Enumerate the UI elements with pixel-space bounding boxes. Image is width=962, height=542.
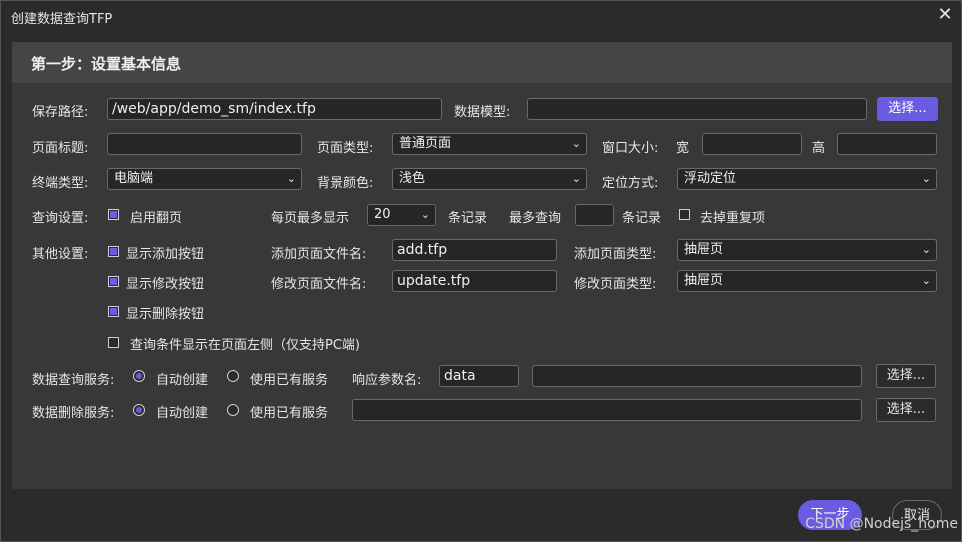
query-use-existing-radio[interactable] [227,370,239,382]
edit-type-label: 修改页面类型: [574,277,657,292]
edit-type-value: 抽屉页 [684,273,724,288]
query-auto-create-label: 自动创建 [156,373,209,388]
save-path-input[interactable]: /web/app/demo_sm/index.tfp [107,98,442,120]
show-edit-label: 显示修改按钮 [126,277,205,292]
chevron-down-icon: ⌄ [571,137,581,150]
position-mode-value: 浮动定位 [684,171,737,186]
page-type-select[interactable]: 普通页面 ⌄ [392,133,587,155]
per-page-value: 20 [374,207,391,222]
width-input[interactable] [702,133,802,155]
records-label-2: 条记录 [622,211,662,226]
chevron-down-icon: ⌄ [571,172,581,185]
per-page-label: 每页最多显示 [271,211,350,226]
query-use-existing-label: 使用已有服务 [250,373,329,388]
per-page-select[interactable]: 20 ⌄ [367,204,436,226]
add-file-input[interactable]: add.tfp [392,239,557,261]
query-auto-create-radio[interactable] [133,370,145,382]
title-bar: 创建数据查询TFP ✕ [1,1,961,31]
delete-auto-create-label: 自动创建 [156,406,209,421]
response-param-label: 响应参数名: [352,373,422,388]
max-query-label: 最多查询 [509,211,562,226]
step-title: 第一步：设置基本信息 [31,55,182,73]
width-label: 宽 [676,141,690,156]
delete-auto-create-radio[interactable] [133,404,145,416]
window-title: 创建数据查询TFP [11,12,113,27]
page-title-label: 页面标题: [32,141,89,156]
query-left-label: 查询条件显示在页面左侧（仅支持PC端) [130,338,360,353]
delete-use-existing-radio[interactable] [227,404,239,416]
terminal-type-value: 电脑端 [114,171,154,186]
chevron-down-icon: ⌄ [921,243,931,256]
chevron-down-icon: ⌄ [286,172,296,185]
form-panel: 第一步：设置基本信息 保存路径: /web/app/demo_sm/index.… [12,42,952,489]
add-type-label: 添加页面类型: [574,247,657,262]
close-icon[interactable]: ✕ [935,5,955,25]
add-type-select[interactable]: 抽屉页 ⌄ [677,239,937,261]
dedupe-checkbox[interactable] [679,209,690,220]
enable-paging-checkbox[interactable] [108,209,119,220]
delete-service-label: 数据删除服务: [32,406,115,421]
page-type-label: 页面类型: [317,141,374,156]
panel-header: 第一步：设置基本信息 [12,42,952,83]
window-size-label: 窗口大小: [602,141,659,156]
show-add-checkbox[interactable] [108,246,119,257]
height-label: 高 [812,141,826,156]
page-type-value: 普通页面 [399,136,452,151]
bg-color-value: 浅色 [399,171,426,186]
query-settings-label: 查询设置: [32,211,89,226]
bg-color-label: 背景颜色: [317,176,374,191]
data-model-label: 数据模型: [454,105,511,120]
delete-use-existing-label: 使用已有服务 [250,406,329,421]
enable-paging-label: 启用翻页 [130,211,183,226]
terminal-type-select[interactable]: 电脑端 ⌄ [107,168,302,190]
edit-type-select[interactable]: 抽屉页 ⌄ [677,270,937,292]
save-path-label: 保存路径: [32,105,89,120]
records-label: 条记录 [448,211,488,226]
edit-file-label: 修改页面文件名: [271,277,367,292]
position-mode-select[interactable]: 浮动定位 ⌄ [677,168,937,190]
show-edit-checkbox[interactable] [108,276,119,287]
query-service-label: 数据查询服务: [32,373,115,388]
response-param-input[interactable]: data [439,365,519,387]
watermark: CSDN @Nodejs_home [805,516,958,532]
dialog: 创建数据查询TFP ✕ 第一步：设置基本信息 保存路径: /web/app/de… [0,0,962,542]
terminal-type-label: 终端类型: [32,176,89,191]
choose-delete-service-button[interactable]: 选择... [876,398,936,422]
query-service-input[interactable] [532,365,862,387]
choose-query-service-button[interactable]: 选择... [876,364,936,388]
show-delete-label: 显示删除按钮 [126,307,205,322]
delete-service-input[interactable] [352,399,862,421]
height-input[interactable] [837,133,937,155]
other-settings-label: 其他设置: [32,247,89,262]
add-file-label: 添加页面文件名: [271,247,367,262]
show-delete-checkbox[interactable] [108,306,119,317]
choose-model-button[interactable]: 选择... [877,97,938,121]
chevron-down-icon: ⌄ [420,208,430,221]
dedupe-label: 去掉重复项 [700,211,766,226]
chevron-down-icon: ⌄ [921,274,931,287]
page-title-input[interactable] [107,133,302,155]
position-mode-label: 定位方式: [602,176,659,191]
chevron-down-icon: ⌄ [921,172,931,185]
show-add-label: 显示添加按钮 [126,247,205,262]
max-query-input[interactable] [575,204,614,226]
query-left-checkbox[interactable] [108,337,119,348]
bg-color-select[interactable]: 浅色 ⌄ [392,168,587,190]
add-type-value: 抽屉页 [684,242,724,257]
edit-file-input[interactable]: update.tfp [392,270,557,292]
data-model-input[interactable] [527,98,867,120]
